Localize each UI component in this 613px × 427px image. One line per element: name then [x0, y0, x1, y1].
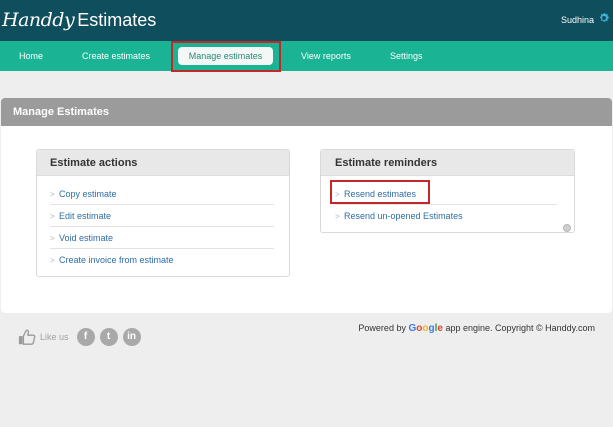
app-logo[interactable]: Handdy Estimates [2, 9, 156, 31]
footer-copyright: Powered by Google app engine. Copyright … [358, 323, 595, 334]
thumbs-up-icon [18, 329, 36, 345]
chevron-right-icon: > [50, 256, 55, 265]
chevron-right-icon: > [50, 212, 55, 221]
social-links: Like us f t in [18, 327, 146, 347]
resend-estimates-highlight [330, 180, 430, 204]
google-logo: Google [408, 323, 443, 334]
action-label: Void estimate [59, 233, 114, 243]
nav-settings[interactable]: Settings [390, 41, 423, 71]
resize-handle-icon[interactable] [563, 224, 571, 232]
action-label: Edit estimate [59, 211, 112, 221]
powered-by-label: Powered by [358, 323, 406, 333]
facebook-icon[interactable]: f [76, 328, 95, 346]
username[interactable]: Sudhina [561, 15, 594, 25]
action-label: Create invoice from estimate [59, 255, 174, 265]
like-us-label: Like us [40, 332, 69, 342]
estimate-actions-box: Estimate actions > Copy estimate > Edit es… [36, 149, 290, 277]
linkedin-icon[interactable]: in [122, 328, 141, 346]
main-nav: Home Create estimates Manage estimates V… [0, 41, 613, 72]
estimate-actions-title: Estimate actions [37, 150, 289, 176]
chevron-right-icon: > [335, 212, 340, 221]
action-copy-estimate[interactable]: > Copy estimate [50, 183, 274, 205]
gear-icon[interactable] [598, 12, 610, 26]
action-create-invoice[interactable]: > Create invoice from estimate [50, 249, 274, 271]
action-edit-estimate[interactable]: > Edit estimate [50, 205, 274, 227]
logo-script-text: Handdy [2, 9, 75, 31]
reminder-label: Resend un-opened Estimates [344, 211, 463, 221]
action-label: Copy estimate [59, 189, 117, 199]
logo-word-text: Estimates [77, 10, 157, 30]
gear-icon-svg [600, 13, 609, 22]
copyright-text: app engine. Copyright © Handdy.com [445, 323, 595, 333]
nav-home[interactable]: Home [19, 41, 43, 71]
reminder-resend-unopened[interactable]: > Resend un-opened Estimates [335, 205, 557, 227]
chevron-right-icon: > [50, 190, 55, 199]
action-void-estimate[interactable]: > Void estimate [50, 227, 274, 249]
nav-manage-estimates[interactable]: Manage estimates [178, 47, 273, 65]
twitter-icon[interactable]: t [99, 328, 118, 346]
estimate-reminders-title: Estimate reminders [321, 150, 574, 176]
top-header: Handdy Estimates Sudhina [0, 0, 613, 41]
nav-view-reports[interactable]: View reports [301, 41, 351, 71]
nav-create-estimates[interactable]: Create estimates [82, 41, 150, 71]
chevron-right-icon: > [50, 234, 55, 243]
page-title: Manage Estimates [1, 98, 612, 126]
